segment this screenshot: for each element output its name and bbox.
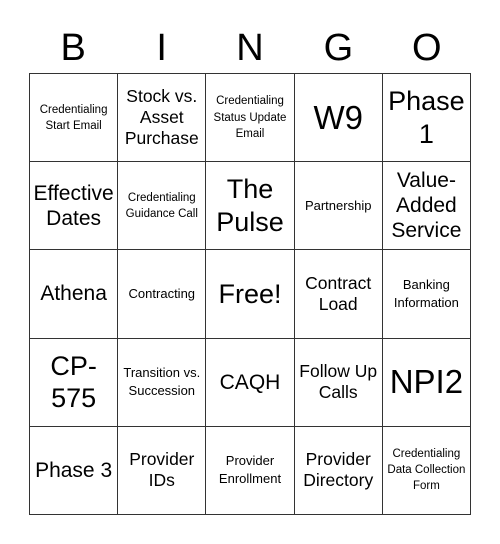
header-letter-o: O — [412, 27, 442, 69]
header-letter-g: G — [323, 27, 354, 69]
bingo-cell[interactable]: CAQH — [206, 338, 295, 427]
bingo-cell[interactable]: Credentialing Guidance Call — [118, 162, 207, 251]
bingo-cell-label: Provider Enrollment — [218, 453, 282, 487]
bingo-cell-label: The Pulse — [216, 174, 284, 237]
bingo-cell[interactable]: Follow Up Calls — [294, 338, 383, 427]
bingo-cell-label: CAQH — [219, 370, 281, 394]
bingo-board: Credentialing Start Email Stock vs. Asset… — [29, 73, 471, 515]
bingo-cell-label: Credentialing Start Email — [39, 103, 108, 132]
bingo-cell[interactable]: Transition vs. Succession — [118, 338, 207, 427]
bingo-cell[interactable]: Phase 1 — [382, 74, 471, 163]
bingo-cell-label: Transition vs. Succession — [123, 365, 201, 399]
bingo-cell-label: Banking Information — [393, 276, 459, 310]
bingo-cell-label: Credentialing Status Update Email — [213, 95, 287, 140]
bingo-cell[interactable]: Free! — [206, 250, 295, 339]
bingo-cell-label: Effective Dates — [33, 181, 114, 230]
bingo-cell-label: Stock vs. Asset Purchase — [124, 86, 199, 149]
bingo-cell-label: NPI2 — [389, 363, 464, 401]
bingo-cell[interactable]: NPI2 — [382, 338, 471, 427]
bingo-cell[interactable]: Contract Load — [294, 250, 383, 339]
bingo-cell-label: CP-575 — [50, 350, 97, 414]
bingo-cell-label: Follow Up Calls — [299, 361, 378, 403]
bingo-cell[interactable]: Provider Directory — [294, 426, 383, 515]
bingo-cell[interactable]: Partnership — [294, 162, 383, 251]
bingo-cell[interactable]: CP-575 — [30, 338, 119, 427]
bingo-cell-label: Free! — [218, 278, 282, 309]
bingo-cell-label: Provider Directory — [303, 449, 374, 491]
bingo-cell[interactable]: Stock vs. Asset Purchase — [118, 74, 207, 163]
bingo-cell[interactable]: Athena — [30, 250, 119, 339]
bingo-cell-label: Provider IDs — [129, 449, 195, 491]
bingo-cell[interactable]: Effective Dates — [30, 162, 119, 251]
bingo-cell[interactable]: W9 — [294, 74, 383, 163]
header-letter-i: I — [156, 27, 167, 69]
bingo-cell[interactable]: Provider IDs — [118, 426, 207, 515]
bingo-cell[interactable]: Contracting — [118, 250, 207, 339]
bingo-cell-label: Phase 1 — [388, 86, 465, 149]
bingo-cell-label: Athena — [40, 282, 107, 306]
bingo-cell-label: W9 — [313, 98, 363, 136]
bingo-cell-label: Phase 3 — [35, 458, 113, 482]
bingo-cell[interactable]: Credentialing Status Update Email — [206, 74, 295, 163]
bingo-cell[interactable]: Credentialing Data Collection Form — [382, 426, 471, 515]
header-letter-n: N — [236, 27, 264, 69]
bingo-cell-label: Partnership — [304, 197, 372, 213]
bingo-cell[interactable]: Value-Added Service — [382, 162, 471, 251]
bingo-cell-label: Credentialing Guidance Call — [125, 191, 198, 220]
bingo-cell[interactable]: Credentialing Start Email — [30, 74, 119, 163]
bingo-cell[interactable]: Provider Enrollment — [206, 426, 295, 515]
header-letter-b: B — [60, 27, 86, 69]
bingo-cell-label: Contracting — [128, 285, 196, 301]
bingo-cell[interactable]: The Pulse — [206, 162, 295, 251]
bingo-cell-label: Credentialing Data Collection Form — [387, 448, 466, 493]
bingo-header: B I N G O — [29, 24, 471, 72]
bingo-cell-label: Contract Load — [305, 272, 372, 314]
bingo-cell[interactable]: Phase 3 — [30, 426, 119, 515]
bingo-cell-label: Value-Added Service — [391, 169, 462, 243]
bingo-cell[interactable]: Banking Information — [382, 250, 471, 339]
